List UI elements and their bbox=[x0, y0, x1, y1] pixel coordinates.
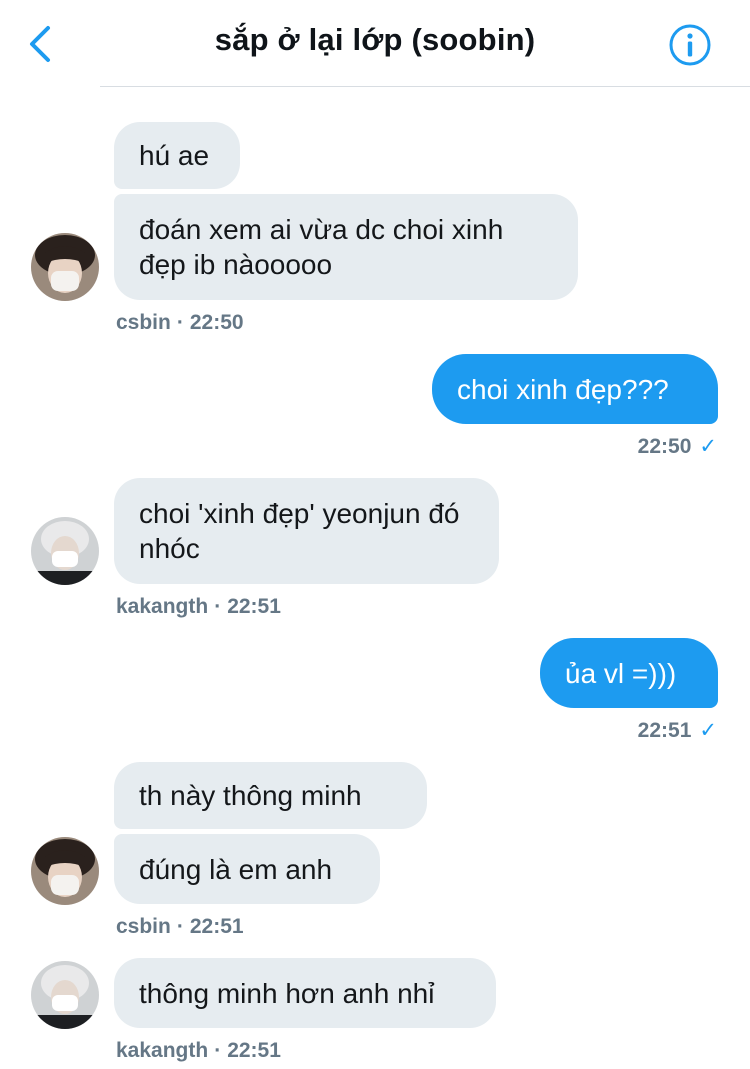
message-meta: csbin · 22:50 bbox=[116, 311, 244, 335]
message-meta: csbin · 22:51 bbox=[116, 915, 244, 939]
message-bubble-incoming[interactable]: hú ae bbox=[114, 122, 240, 189]
avatar-image bbox=[31, 233, 99, 301]
sender-name: csbin bbox=[116, 311, 171, 334]
message-meta: 22:50 ✓ bbox=[600, 434, 717, 459]
sent-check-icon: ✓ bbox=[699, 719, 717, 742]
separator: · bbox=[214, 595, 222, 618]
avatar-image bbox=[31, 837, 99, 905]
message-meta: kakangth · 22:51 bbox=[116, 595, 281, 619]
timestamp: 22:51 bbox=[189, 915, 244, 938]
separator: · bbox=[176, 311, 184, 334]
message-bubble-incoming[interactable]: đoán xem ai vừa dc choi xinh đẹp ib nàoo… bbox=[114, 194, 578, 300]
message-text: đoán xem ai vừa dc choi xinh đẹp ib nàoo… bbox=[139, 214, 504, 280]
message-text: choi 'xinh đẹp' yeonjun đó nhóc bbox=[139, 498, 460, 564]
info-button[interactable] bbox=[668, 23, 712, 67]
message-text: choi xinh đẹp??? bbox=[457, 373, 669, 405]
avatar-image bbox=[31, 961, 99, 1029]
timestamp: 22:51 bbox=[227, 1039, 281, 1062]
message-text: đúng là em anh bbox=[139, 853, 333, 885]
message-text: thông minh hơn anh nhỉ bbox=[139, 977, 435, 1009]
message-bubble-incoming[interactable]: thông minh hơn anh nhỉ bbox=[114, 958, 496, 1028]
sender-name: kakangth bbox=[116, 1039, 209, 1062]
message-bubble-outgoing[interactable]: ủa vl =))) bbox=[540, 638, 718, 708]
avatar-kakangth[interactable] bbox=[31, 517, 99, 585]
message-text: ủa vl =))) bbox=[565, 657, 677, 689]
avatar-csbin[interactable] bbox=[31, 233, 99, 301]
message-bubble-outgoing[interactable]: choi xinh đẹp??? bbox=[432, 354, 718, 424]
timestamp: 22:50 bbox=[637, 435, 692, 458]
message-meta: kakangth · 22:51 bbox=[116, 1039, 281, 1063]
message-meta: 22:51 ✓ bbox=[600, 718, 717, 743]
conversation-title[interactable]: sắp ở lại lớp (soobin) bbox=[0, 22, 750, 58]
message-bubble-incoming[interactable]: đúng là em anh bbox=[114, 834, 380, 904]
separator: · bbox=[176, 915, 184, 938]
chat-header: sắp ở lại lớp (soobin) bbox=[0, 0, 750, 88]
sender-name: kakangth bbox=[116, 595, 209, 618]
avatar-image bbox=[31, 517, 99, 585]
separator: · bbox=[214, 1039, 222, 1062]
message-bubble-incoming[interactable]: choi 'xinh đẹp' yeonjun đó nhóc bbox=[114, 478, 499, 584]
timestamp: 22:50 bbox=[189, 311, 244, 334]
timestamp: 22:51 bbox=[637, 719, 692, 742]
sent-check-icon: ✓ bbox=[699, 435, 717, 458]
sender-name: csbin bbox=[116, 915, 171, 938]
header-divider bbox=[100, 86, 750, 87]
message-text: th này thông minh bbox=[139, 780, 362, 811]
avatar-csbin[interactable] bbox=[31, 837, 99, 905]
timestamp: 22:51 bbox=[227, 595, 281, 618]
avatar-kakangth[interactable] bbox=[31, 961, 99, 1029]
message-text: hú ae bbox=[139, 140, 210, 171]
message-bubble-incoming[interactable]: th này thông minh bbox=[114, 762, 427, 829]
info-circle-icon bbox=[669, 24, 711, 66]
